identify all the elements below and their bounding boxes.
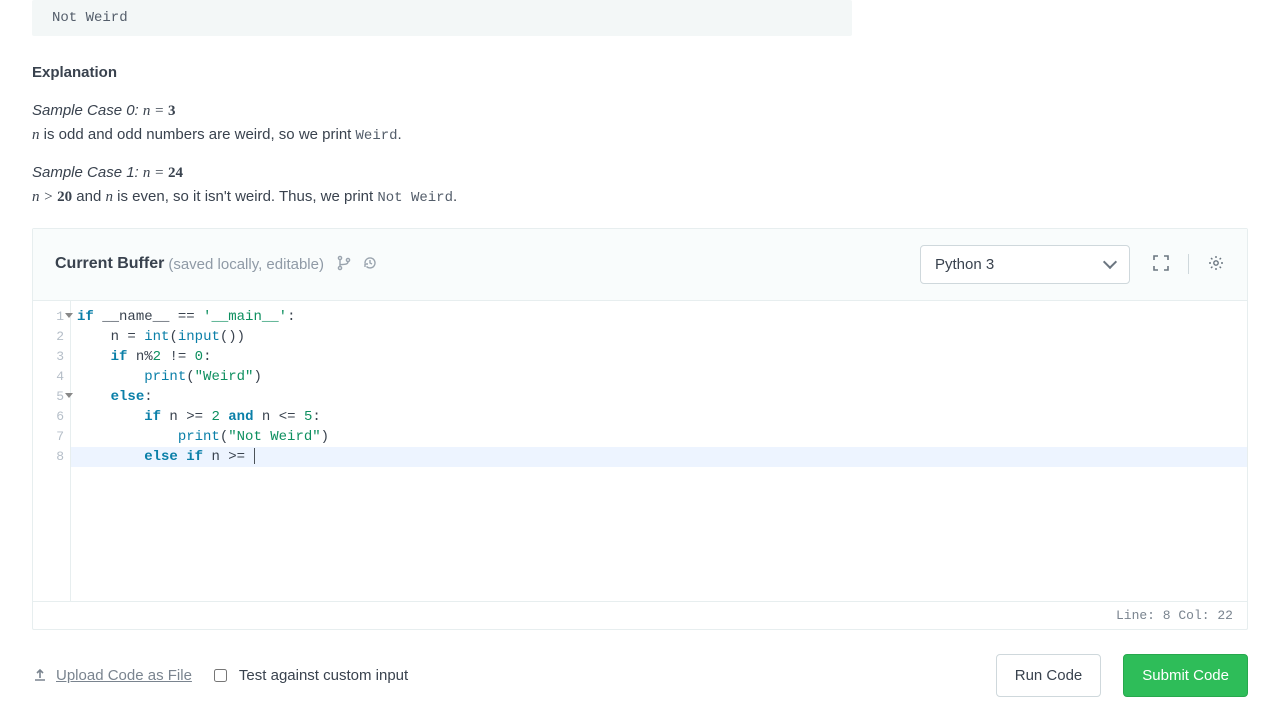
- branch-icon[interactable]: [336, 255, 352, 274]
- sample-output-box: Not Weird: [32, 0, 852, 36]
- editor-panel: Current Buffer (saved locally, editable)…: [32, 228, 1248, 630]
- upload-code-link[interactable]: Upload Code as File: [32, 667, 192, 684]
- sample-case-0: Sample Case 0: n = 3 n is odd and odd nu…: [32, 99, 1248, 147]
- language-select[interactable]: Python 3: [920, 245, 1130, 284]
- gear-icon[interactable]: [1207, 254, 1225, 275]
- test-custom-checkbox[interactable]: [214, 669, 227, 682]
- sample-output-text: Not Weird: [52, 10, 128, 26]
- divider: [1188, 254, 1189, 274]
- sample-case-1: Sample Case 1: n = 24 n > 20 and n is ev…: [32, 161, 1248, 209]
- explanation-heading: Explanation: [32, 64, 1248, 81]
- buffer-subtitle: (saved locally, editable): [168, 256, 324, 273]
- buffer-title: Current Buffer: [55, 255, 164, 273]
- fullscreen-icon[interactable]: [1152, 254, 1170, 275]
- editor-status-bar: Line: 8 Col: 22: [33, 601, 1247, 629]
- test-custom-input[interactable]: Test against custom input: [214, 667, 408, 684]
- code-lines[interactable]: if __name__ == '__main__': n = int(input…: [71, 301, 1247, 601]
- bottom-action-row: Upload Code as File Test against custom …: [32, 630, 1248, 707]
- submit-code-button[interactable]: Submit Code: [1123, 654, 1248, 697]
- gutter: 12345678: [33, 301, 71, 601]
- editor-header: Current Buffer (saved locally, editable)…: [33, 229, 1247, 301]
- upload-icon: [32, 667, 48, 683]
- history-icon[interactable]: [362, 255, 378, 274]
- code-editor[interactable]: 12345678 if __name__ == '__main__': n = …: [33, 301, 1247, 601]
- run-code-button[interactable]: Run Code: [996, 654, 1102, 697]
